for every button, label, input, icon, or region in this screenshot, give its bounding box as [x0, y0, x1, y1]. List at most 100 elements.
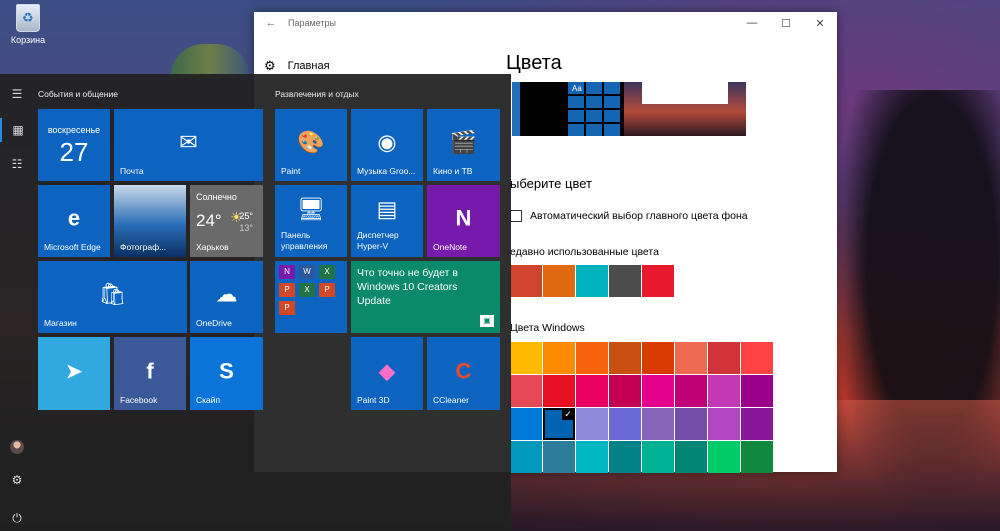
- recent-color-swatch[interactable]: [576, 265, 608, 297]
- tile-photos[interactable]: Фотограф...: [114, 185, 186, 257]
- auto-color-checkbox-row[interactable]: Автоматический выбор главного цвета фона: [510, 210, 748, 222]
- office-app-mini-icon: X: [299, 283, 315, 297]
- recent-color-swatch[interactable]: [543, 265, 575, 297]
- onenote-icon: N: [455, 205, 472, 231]
- windows-color-swatch[interactable]: [576, 375, 608, 407]
- all-apps-list-icon[interactable]: ☷: [0, 152, 34, 176]
- preview-taskbar: [512, 82, 520, 136]
- windows-color-swatch[interactable]: [609, 441, 641, 473]
- back-button[interactable]: ←: [254, 17, 288, 29]
- choose-color-heading: ыберите цвет: [510, 176, 592, 191]
- tile-hyperv-manager[interactable]: ▤ Диспетчер Hyper-V: [351, 185, 423, 257]
- windows-color-swatch[interactable]: [741, 342, 773, 374]
- tile-facebook[interactable]: f Facebook: [114, 337, 186, 410]
- tile-ccleaner[interactable]: C CCleaner: [427, 337, 500, 410]
- windows-color-swatch[interactable]: [543, 342, 575, 374]
- preview-text: Aa: [572, 84, 582, 93]
- tile-groove-music[interactable]: ◉ Музыка Groo...: [351, 109, 423, 181]
- windows-color-swatch[interactable]: [675, 375, 707, 407]
- tile-label: Магазин: [44, 318, 77, 328]
- tile-control-panel[interactable]: 🖥 Панель управления: [275, 185, 347, 257]
- tile-label: Paint: [281, 166, 301, 176]
- paint-3d-icon: ◆: [378, 357, 396, 383]
- auto-color-checkbox[interactable]: [510, 210, 522, 222]
- close-button[interactable]: ✕: [803, 17, 837, 30]
- windows-color-swatch[interactable]: [576, 408, 608, 440]
- windows-color-swatch[interactable]: [510, 342, 542, 374]
- tile-skype[interactable]: S Скайп: [190, 337, 263, 410]
- windows-color-swatch[interactable]: [642, 441, 674, 473]
- auto-color-label: Автоматический выбор главного цвета фона: [530, 210, 748, 222]
- windows-color-swatch[interactable]: [708, 342, 740, 374]
- windows-color-swatch[interactable]: [510, 375, 542, 407]
- windows-color-swatch[interactable]: [741, 408, 773, 440]
- windows-color-swatch[interactable]: [708, 375, 740, 407]
- gear-icon: ⚙: [264, 58, 276, 73]
- start-menu: ☰ ▦ ☷ ⚙ ⏻ События и общение Развлечения …: [0, 74, 511, 531]
- recent-color-swatch[interactable]: [642, 265, 674, 297]
- sidebar-item-home[interactable]: ⚙ Главная: [264, 58, 330, 74]
- tile-movies[interactable]: 🎬 Кино и ТВ: [427, 109, 500, 181]
- office-app-mini-icon: P: [279, 301, 295, 315]
- user-avatar[interactable]: [0, 434, 34, 458]
- hyperv-icon: ▤: [376, 196, 398, 222]
- windows-color-swatch[interactable]: [675, 408, 707, 440]
- tile-edge[interactable]: e Microsoft Edge: [38, 185, 110, 257]
- hamburger-menu-icon[interactable]: ☰: [0, 82, 34, 106]
- recycle-bin-label: Корзина: [10, 35, 46, 45]
- windows-color-swatch[interactable]: [741, 375, 773, 407]
- cloud-icon: ☁: [215, 281, 238, 307]
- tile-label: Харьков: [196, 242, 229, 252]
- facebook-icon: f: [146, 357, 154, 383]
- windows-color-swatch[interactable]: [543, 441, 575, 473]
- tile-label: Скайп: [196, 395, 221, 405]
- tile-news[interactable]: Что точно не будет в Windows 10 Creators…: [351, 261, 500, 333]
- windows-color-palette: [510, 342, 773, 473]
- tile-onedrive[interactable]: ☁ OneDrive: [190, 261, 263, 333]
- windows-color-swatch[interactable]: [708, 441, 740, 473]
- clapperboard-icon: 🎬: [449, 129, 478, 155]
- tile-onenote[interactable]: N OneNote: [427, 185, 500, 257]
- windows-color-swatch[interactable]: [576, 441, 608, 473]
- page-title: Цвета: [506, 52, 562, 74]
- windows-color-swatch[interactable]: [675, 441, 707, 473]
- windows-color-swatch[interactable]: [741, 441, 773, 473]
- tile-paint[interactable]: 🎨 Paint: [275, 109, 347, 181]
- windows-color-swatch[interactable]: [642, 375, 674, 407]
- weather-high: 25°: [239, 211, 253, 221]
- windows-color-swatch[interactable]: [609, 408, 641, 440]
- tile-label: Microsoft Edge: [44, 242, 101, 252]
- power-icon[interactable]: ⏻: [0, 506, 34, 530]
- control-panel-icon: 🖥: [297, 196, 325, 222]
- tile-calendar[interactable]: воскресенье 27: [38, 109, 110, 181]
- tile-label: Панель управления: [281, 230, 328, 251]
- recycle-bin-desktop-icon[interactable]: Корзина: [6, 4, 50, 45]
- windows-color-swatch[interactable]: [576, 342, 608, 374]
- tiles-view-icon[interactable]: ▦: [0, 118, 34, 142]
- tile-label: Facebook: [120, 395, 158, 405]
- windows-color-swatch[interactable]: [642, 408, 674, 440]
- tile-weather[interactable]: Солнечно 24° ☀ 25° 13° Харьков: [190, 185, 263, 257]
- minimize-button[interactable]: —: [735, 17, 769, 29]
- windows-color-swatch[interactable]: [543, 408, 575, 440]
- tile-paint-3d[interactable]: ◆ Paint 3D: [351, 337, 423, 410]
- windows-color-swatch[interactable]: [609, 375, 641, 407]
- recent-color-swatch[interactable]: [510, 265, 542, 297]
- tile-office-apps-folder[interactable]: NWXPXPP: [275, 261, 347, 333]
- settings-gear-icon[interactable]: ⚙: [0, 468, 34, 492]
- windows-color-swatch[interactable]: [510, 441, 542, 473]
- tile-telegram[interactable]: ➤: [38, 337, 110, 410]
- maximize-button[interactable]: ☐: [769, 17, 803, 30]
- calendar-day: 27: [59, 137, 89, 167]
- tile-mail[interactable]: ✉ Почта: [114, 109, 263, 181]
- title-bar: ← Параметры — ☐ ✕: [254, 12, 837, 34]
- windows-color-swatch[interactable]: [675, 342, 707, 374]
- tile-store[interactable]: 🛍 Магазин: [38, 261, 187, 333]
- windows-color-swatch[interactable]: [510, 408, 542, 440]
- office-app-mini-icon: P: [319, 283, 335, 297]
- recent-color-swatch[interactable]: [609, 265, 641, 297]
- windows-color-swatch[interactable]: [609, 342, 641, 374]
- windows-color-swatch[interactable]: [543, 375, 575, 407]
- windows-color-swatch[interactable]: [642, 342, 674, 374]
- windows-color-swatch[interactable]: [708, 408, 740, 440]
